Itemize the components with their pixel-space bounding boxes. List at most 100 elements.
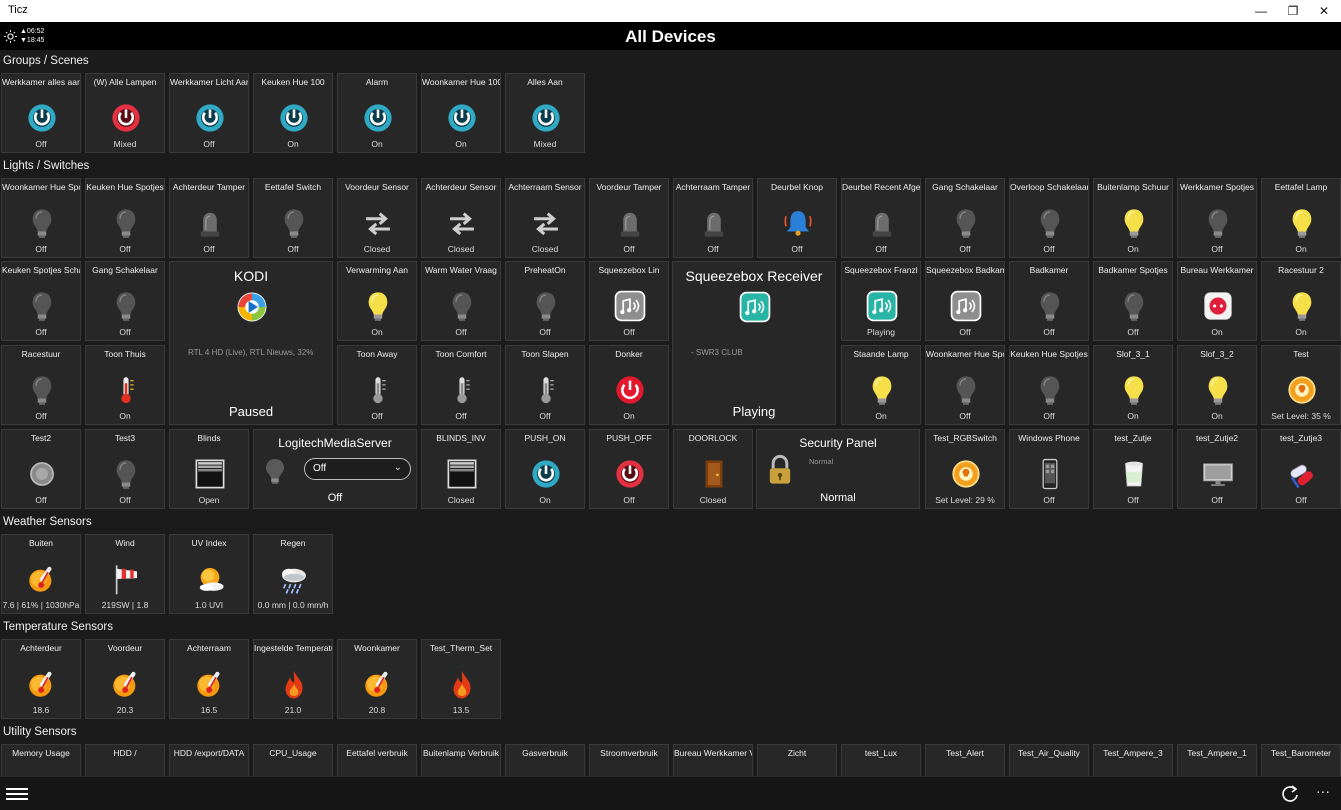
device-tile[interactable]: Test_Barometer — [1261, 744, 1341, 776]
gauge-icon — [106, 769, 146, 776]
device-tile[interactable]: Slof_3_2 On — [1177, 345, 1257, 425]
device-tile[interactable]: Toon Away Off — [337, 345, 417, 425]
device-tile[interactable]: Badkamer Spotjes Off — [1093, 261, 1173, 341]
device-tile[interactable]: Staande Lamp On — [841, 345, 921, 425]
device-tile[interactable]: Eettafel verbruik — [337, 744, 417, 776]
device-tile[interactable]: Regen 0.0 mm | 0.0 mm/h — [253, 534, 333, 614]
more-icon[interactable]: ··· — [1316, 783, 1330, 799]
device-tile[interactable]: Test_RGBSwitch Set Level: 29 % — [925, 429, 1005, 509]
logitech-media-server-tile[interactable]: LogitechMediaServer Off ⌄ Off — [253, 429, 417, 509]
device-tile[interactable]: Werkkamer Licht Aan Off — [169, 73, 249, 153]
device-tile[interactable]: Woonkamer Hue Spotjes Off — [1, 178, 81, 258]
device-tile[interactable]: Achterraam 16.5 — [169, 639, 249, 719]
device-tile[interactable]: Memory Usage — [1, 744, 81, 776]
device-tile[interactable]: BLINDS_INV Closed — [421, 429, 501, 509]
device-tile[interactable]: Keuken Hue Spotjes Off — [1009, 345, 1089, 425]
refresh-icon[interactable] — [1280, 784, 1300, 804]
device-tile[interactable]: HDD / — [85, 744, 165, 776]
device-tile[interactable]: Stroomverbruik — [589, 744, 669, 776]
device-tile[interactable]: Eettafel Lamp On — [1261, 178, 1341, 258]
device-tile[interactable]: PreheatOn Off — [505, 261, 585, 341]
device-tile[interactable]: Warm Water Vraag Off — [421, 261, 501, 341]
device-tile[interactable]: Keuken Hue Spotjes Off — [85, 178, 165, 258]
device-tile[interactable]: Windows Phone Off — [1009, 429, 1089, 509]
device-tile[interactable]: test_Zutje3 Off — [1261, 429, 1341, 509]
device-tile[interactable]: Buitenlamp Schuur On — [1093, 178, 1173, 258]
device-tile[interactable]: Keuken Hue 100 On — [253, 73, 333, 153]
device-tile[interactable]: UV Index 1.0 UVI — [169, 534, 249, 614]
device-tile[interactable]: Werkkamer alles aan Off — [1, 73, 81, 153]
device-tile[interactable]: Gang Schakelaar Off — [925, 178, 1005, 258]
device-tile[interactable]: PUSH_ON On — [505, 429, 585, 509]
device-tile[interactable]: Toon Slapen Off — [505, 345, 585, 425]
kodi-tile[interactable]: KODI RTL 4 HD (Live), RTL Nieuws, 32% Pa… — [169, 261, 333, 425]
device-tile[interactable]: Achterdeur Tamper Off — [169, 178, 249, 258]
device-tile[interactable]: Voordeur Sensor Closed — [337, 178, 417, 258]
device-tile[interactable]: CPU_Usage — [253, 744, 333, 776]
bulb-off-icon — [106, 203, 146, 243]
minimize-icon[interactable]: — — [1244, 0, 1278, 22]
device-tile[interactable]: Toon Thuis On — [85, 345, 165, 425]
device-tile[interactable]: Woonkamer Hue 100 On — [421, 73, 501, 153]
device-tile[interactable]: Toon Comfort Off — [421, 345, 501, 425]
device-tile[interactable]: Test3 Off — [85, 429, 165, 509]
device-tile[interactable]: Zicht — [757, 744, 837, 776]
security-panel-tile[interactable]: Security Panel Normal Normal — [756, 429, 920, 509]
device-tile[interactable]: Test_Alert — [925, 744, 1005, 776]
device-tile[interactable]: Voordeur Tamper Off — [589, 178, 669, 258]
device-tile[interactable]: Badkamer Off — [1009, 261, 1089, 341]
device-tile[interactable]: test_Lux — [841, 744, 921, 776]
device-tile[interactable]: Overloop Schakelaar Off — [1009, 178, 1089, 258]
hamburger-menu-icon[interactable] — [6, 785, 28, 803]
device-tile[interactable]: Squeezebox Badkamer Off — [925, 261, 1005, 341]
device-tile[interactable]: Achterraam Sensor Closed — [505, 178, 585, 258]
device-tile[interactable]: Deurbel Recent Afgegaan Off — [841, 178, 921, 258]
device-tile[interactable]: Achterdeur Sensor Closed — [421, 178, 501, 258]
device-tile[interactable]: Bureau Werkkamer On — [1177, 261, 1257, 341]
device-tile[interactable]: Eettafel Switch Off — [253, 178, 333, 258]
device-tile[interactable]: Donker On — [589, 345, 669, 425]
device-tile[interactable]: Blinds Open — [169, 429, 249, 509]
device-tile[interactable]: Racestuur 2 On — [1261, 261, 1341, 341]
dimmer-icon — [946, 454, 986, 494]
device-tile[interactable]: Voordeur 20.3 — [85, 639, 165, 719]
device-tile[interactable]: Keuken Spotjes Schakelaar Off — [1, 261, 81, 341]
device-tile[interactable]: (W) Alle Lampen Mixed — [85, 73, 165, 153]
restore-icon[interactable]: ❐ — [1276, 0, 1310, 22]
device-tile[interactable]: Squeezebox Lin Off — [589, 261, 669, 341]
device-tile[interactable]: Gang Schakelaar Off — [85, 261, 165, 341]
device-tile[interactable]: Werkkamer Spotjes Off — [1177, 178, 1257, 258]
device-tile[interactable]: Slof_3_1 On — [1093, 345, 1173, 425]
device-tile[interactable]: Alles Aan Mixed — [505, 73, 585, 153]
device-tile[interactable]: Buitenlamp Verbruik — [421, 744, 501, 776]
device-tile[interactable]: Wind 219SW | 1.8 — [85, 534, 165, 614]
device-tile[interactable]: Bureau Werkkamer Verbruik — [673, 744, 753, 776]
device-tile[interactable]: DOORLOCK Closed — [673, 429, 753, 509]
device-tile[interactable]: Test_Ampere_1 — [1177, 744, 1257, 776]
lms-select[interactable]: Off ⌄ — [304, 458, 411, 480]
device-tile[interactable]: PUSH_OFF Off — [589, 429, 669, 509]
device-tile[interactable]: Test_Therm_Set 13.5 — [421, 639, 501, 719]
device-tile[interactable]: Achterraam Tamper Off — [673, 178, 753, 258]
device-tile[interactable]: Test_Ampere_3 — [1093, 744, 1173, 776]
device-tile[interactable]: Gasverbruik — [505, 744, 585, 776]
device-tile[interactable]: Alarm On — [337, 73, 417, 153]
device-tile[interactable]: test_Zutje Off — [1093, 429, 1173, 509]
device-tile[interactable]: Test Set Level: 35 % — [1261, 345, 1341, 425]
squeezebox-receiver-tile[interactable]: Squeezebox Receiver - SWR3 CLUB Playing — [672, 261, 836, 425]
device-tile[interactable]: Ingestelde Temperatuur 21.0 — [253, 639, 333, 719]
device-tile[interactable]: Verwarming Aan On — [337, 261, 417, 341]
device-tile[interactable]: Woonkamer 20.8 — [337, 639, 417, 719]
lms-title: LogitechMediaServer — [278, 436, 392, 450]
device-tile[interactable]: test_Zutje2 Off — [1177, 429, 1257, 509]
device-tile[interactable]: Test_Air_Quality — [1009, 744, 1089, 776]
device-tile[interactable]: Squeezebox Franzl Playing — [841, 261, 921, 341]
device-tile[interactable]: Test2 Off — [1, 429, 81, 509]
device-tile[interactable]: Achterdeur 18.6 — [1, 639, 81, 719]
device-tile[interactable]: HDD /export/DATA — [169, 744, 249, 776]
device-tile[interactable]: Woonkamer Hue Spotjes Off — [925, 345, 1005, 425]
device-tile[interactable]: Racestuur Off — [1, 345, 81, 425]
device-tile[interactable]: Deurbel Knop Off — [757, 178, 837, 258]
close-icon[interactable]: ✕ — [1307, 0, 1341, 22]
device-tile[interactable]: Buiten 7.6 | 61% | 1030hPa — [1, 534, 81, 614]
